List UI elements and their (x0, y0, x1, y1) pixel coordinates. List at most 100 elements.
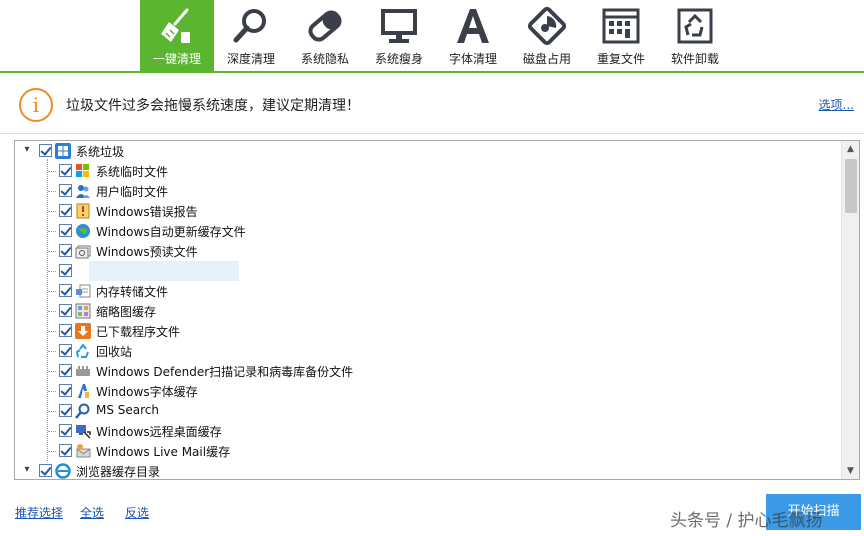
cleanup-tree: ▾ 系统垃圾 系统临时文件 用户临时文件 Windows错误报告 Windows… (14, 140, 860, 480)
invert-select-link[interactable]: 反选 (125, 504, 149, 521)
checkbox[interactable] (39, 464, 52, 477)
collapse-toggle[interactable]: ▾ (21, 144, 33, 156)
tree-root-browser-cache: ▾ 浏览器缓存目录 (15, 461, 841, 479)
tool-one-click-clean[interactable]: 一键清理 (140, 0, 214, 72)
watermark: 头条号 / 护心毛飘扬 (670, 511, 823, 531)
select-all-link[interactable]: 全选 (80, 504, 104, 521)
tree-label: 缩略图缓存 (96, 305, 157, 319)
tree-branch (48, 291, 56, 292)
monitor-icon (381, 9, 417, 43)
checkbox[interactable] (59, 224, 72, 237)
info-bar: i 垃圾文件过多会拖慢系统速度，建议定期清理！ 选项... (0, 74, 864, 134)
tree-branch (48, 391, 56, 392)
checkbox[interactable] (59, 164, 72, 177)
tree-branch (48, 271, 56, 272)
tree-label: Windows字体缓存 (96, 385, 198, 399)
checkbox[interactable] (59, 344, 72, 357)
download-icon (75, 323, 91, 339)
tool-disk-usage[interactable]: 磁盘占用 (510, 0, 584, 72)
tool-label: 一键清理 (152, 52, 201, 66)
tool-privacy[interactable]: 系统隐私 (288, 0, 362, 72)
tree-item: 系统临时文件 (15, 161, 841, 181)
users-icon (76, 185, 90, 198)
tree-label: 内存转储文件 (96, 285, 169, 299)
tool-label: 字体清理 (448, 52, 497, 66)
duplicate-files-icon (602, 8, 640, 44)
tree-label: 浏览器缓存目录 (76, 465, 161, 479)
collapse-toggle[interactable]: ▾ (21, 464, 33, 476)
tree-branch (48, 211, 56, 212)
tree-rows: ▾ 系统垃圾 系统临时文件 用户临时文件 Windows错误报告 Windows… (15, 141, 841, 479)
scroll-thumb[interactable] (845, 159, 857, 213)
tool-uninstall[interactable]: 软件卸载 (658, 0, 732, 72)
checkbox[interactable] (59, 424, 72, 437)
tool-deep-clean[interactable]: 深度清理 (214, 0, 288, 72)
tool-font-clean[interactable]: 字体清理 (436, 0, 510, 72)
options-link[interactable]: 选项... (819, 96, 854, 113)
search-icon (75, 403, 90, 419)
tree-item: Windows字体缓存 (15, 381, 841, 401)
tree-branch (48, 231, 56, 232)
checkbox[interactable] (59, 284, 72, 297)
magnifier-icon (233, 9, 266, 43)
tree-label: 系统临时文件 (96, 165, 169, 179)
tool-slim-system[interactable]: 系统瘦身 (362, 0, 436, 72)
tree-item-editing (15, 261, 841, 281)
prefetch-icon (75, 245, 91, 259)
font-letter-icon (457, 9, 489, 43)
checkbox[interactable] (59, 364, 72, 377)
checkbox[interactable] (59, 184, 72, 197)
toolbar-divider (0, 71, 864, 73)
recycle-icon (75, 343, 89, 358)
scroll-down-arrow-icon[interactable]: ▼ (842, 463, 859, 479)
recycle-bin-icon (677, 8, 713, 44)
tree-item: 用户临时文件 (15, 181, 841, 201)
update-globe-icon (76, 224, 90, 238)
tree-item: Windows自动更新缓存文件 (15, 221, 841, 241)
info-icon: i (19, 88, 53, 122)
checkbox[interactable] (59, 264, 72, 277)
tool-label: 重复文件 (596, 52, 645, 66)
tree-branch (48, 311, 56, 312)
tree-item: Windows预读文件 (15, 241, 841, 261)
broom-icon (161, 8, 190, 43)
tree-branch (48, 251, 56, 252)
checkbox[interactable] (59, 304, 72, 317)
tree-label: Windows预读文件 (96, 245, 198, 259)
recommend-select-link[interactable]: 推荐选择 (15, 504, 63, 521)
scroll-up-arrow-icon[interactable]: ▲ (842, 141, 859, 157)
remote-desktop-icon (76, 425, 91, 439)
tree-item: 缩略图缓存 (15, 301, 841, 321)
checkbox[interactable] (59, 204, 72, 217)
error-report-icon (76, 203, 90, 219)
tree-label: Windows Defender扫描记录和病毒库备份文件 (96, 365, 354, 379)
font-cache-icon (78, 384, 89, 398)
rename-box[interactable] (89, 261, 239, 281)
checkbox[interactable] (59, 404, 72, 417)
tree-label: 系统垃圾 (76, 145, 125, 159)
main-toolbar: 一键清理 深度清理 系统隐私 系统瘦身 字体清理 磁盘占用 重复文件 软件卸载 (0, 0, 864, 73)
checkbox[interactable] (59, 384, 72, 397)
tool-duplicate-files[interactable]: 重复文件 (584, 0, 658, 72)
tree-item: Windows错误报告 (15, 201, 841, 221)
tree-label: 用户临时文件 (96, 185, 169, 199)
tree-branch (48, 171, 56, 172)
vertical-scrollbar[interactable]: ▲ ▼ (841, 141, 859, 479)
tree-branch (48, 371, 56, 372)
tree-branch (48, 331, 56, 332)
checkbox[interactable] (59, 324, 72, 337)
tool-label: 软件卸载 (670, 52, 719, 66)
tree-item: 内存转储文件 (15, 281, 841, 301)
tree-label: 已下载程序文件 (96, 325, 181, 339)
disk-pie-icon (527, 6, 567, 46)
info-message: 垃圾文件过多会拖慢系统速度，建议定期清理！ (66, 98, 360, 114)
tool-label: 系统瘦身 (374, 52, 423, 66)
checkbox[interactable] (59, 444, 72, 457)
tree-item: Windows Defender扫描记录和病毒库备份文件 (15, 361, 841, 381)
tree-item: Windows远程桌面缓存 (15, 421, 841, 441)
tree-label: Windows错误报告 (96, 205, 198, 219)
checkbox[interactable] (39, 144, 52, 157)
checkbox[interactable] (59, 244, 72, 257)
tree-label: 回收站 (96, 345, 133, 359)
tree-branch (48, 451, 56, 452)
